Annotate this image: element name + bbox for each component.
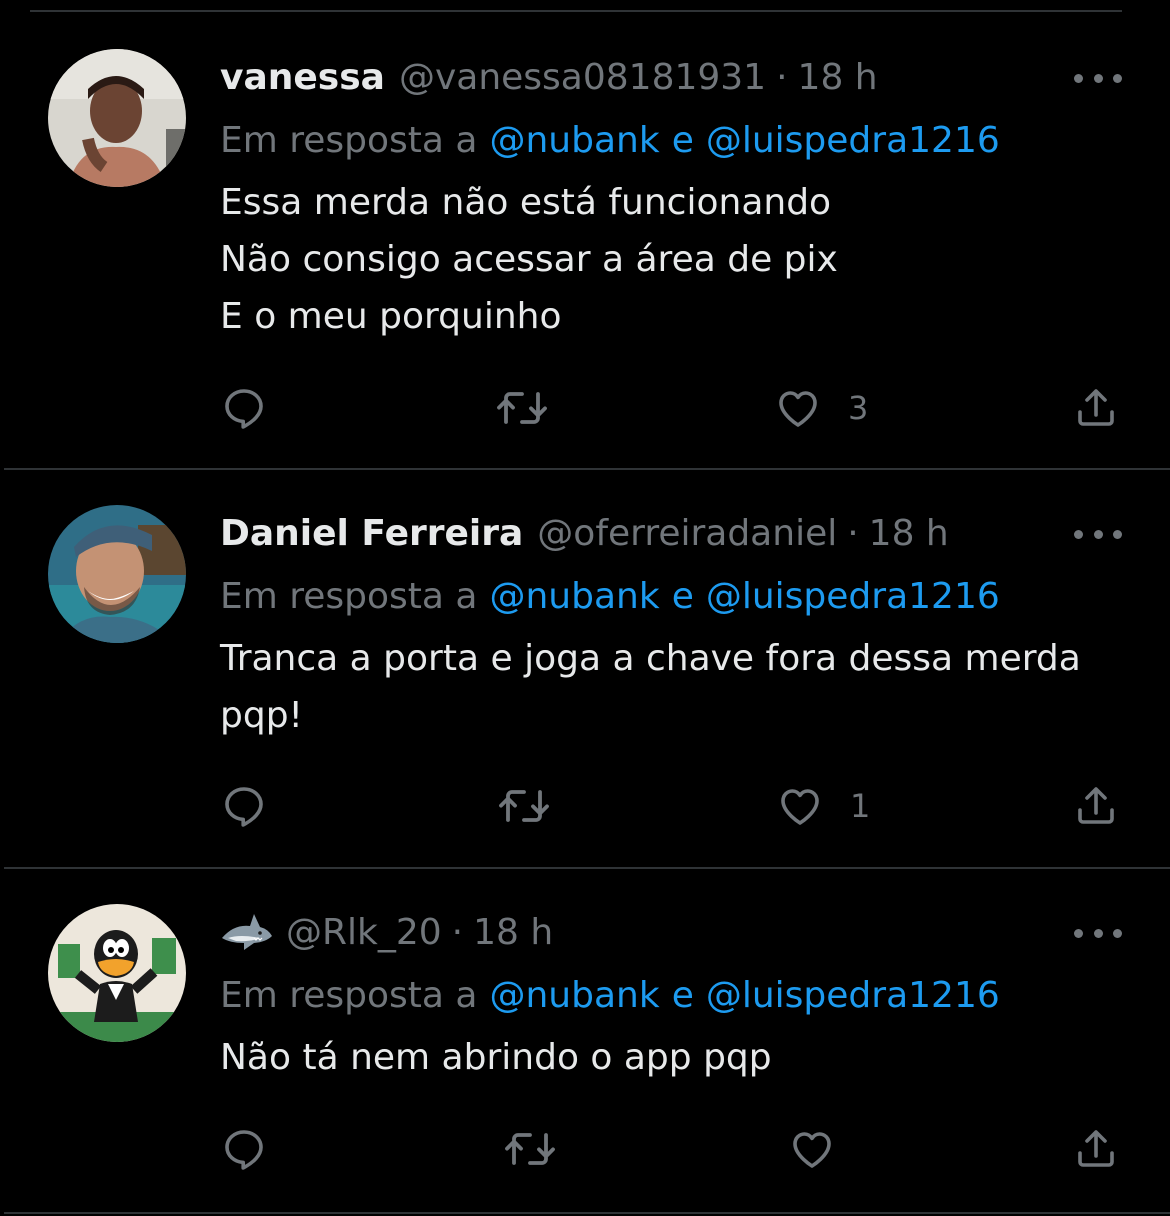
reply-context: Em resposta a @nubank e @luispedra1216 [220,970,1000,1020]
reply-icon [225,1130,263,1170]
tweet-text-line: Não tá nem abrindo o app pqp [220,1037,772,1078]
heart-icon [793,1132,831,1168]
tweet-text-line: pqp! [220,695,303,736]
avatar-daffy-duck-icon [48,904,186,1042]
heart-icon [779,391,817,427]
share-icon [1078,389,1114,426]
separator-dot: · [776,56,788,98]
avatar[interactable] [48,904,186,1042]
tweet-text: Essa merda não está funcionando Não cons… [220,174,1140,345]
more-icon[interactable] [1074,923,1122,943]
user-handle[interactable]: @vanessa08181931 [399,57,766,98]
tweet-text-line: Não consigo acessar a área de pix [220,239,838,280]
heart-icon [781,789,819,825]
mention-nubank[interactable]: @nubank [489,975,659,1016]
tweet-text: Tranca a porta e joga a chave fora dessa… [220,630,1140,744]
mention-luispedra1216[interactable]: @luispedra1216 [706,120,1000,161]
share-icon [1078,787,1114,824]
reply-icon [225,389,263,429]
tweet-rlk-20[interactable]: @Rlk_20 · 18 h Em resposta a @nubank e @… [0,869,1170,1216]
mention-conjunction: e [671,575,694,617]
tweet-divider [4,1212,1170,1214]
share-button[interactable] [1072,1125,1120,1173]
reply-button[interactable] [220,384,268,432]
share-icon [1078,1130,1114,1167]
user-handle[interactable]: @Rlk_20 [286,912,442,953]
retweet-button[interactable] [498,782,550,830]
reply-button[interactable] [220,1125,268,1173]
reply-context: Em resposta a @nubank e @luispedra1216 [220,571,1000,621]
separator-dot: · [847,512,859,554]
tweet-vanessa[interactable]: vanessa @vanessa08181931 · 18 h Em respo… [0,0,1170,470]
avatar[interactable] [48,49,186,187]
like-count: 1 [850,787,871,825]
mention-nubank[interactable]: @nubank [489,576,659,617]
avatar-photo-icon [48,49,186,187]
retweet-button[interactable] [496,384,548,432]
share-button[interactable] [1072,384,1120,432]
display-name[interactable]: Daniel Ferreira [220,513,523,554]
like-button[interactable]: 3 [774,384,868,432]
reply-prefix: Em resposta a [220,575,478,617]
retweet-icon [505,1133,555,1165]
user-handle[interactable]: @oferreiradaniel [537,513,837,554]
more-icon[interactable] [1074,68,1122,88]
tweet-text-line: Essa merda não está funcionando [220,182,832,223]
tweet-text-line: E o meu porquinho [220,296,562,337]
more-icon[interactable] [1074,524,1122,544]
tweet-daniel-ferreira[interactable]: Daniel Ferreira @oferreiradaniel · 18 h … [0,470,1170,868]
avatar[interactable] [48,505,186,643]
like-count: 3 [848,389,869,427]
mention-luispedra1216[interactable]: @luispedra1216 [706,576,1000,617]
retweet-button[interactable] [504,1125,556,1173]
tweet-header: @Rlk_20 · 18 h [220,907,553,957]
share-button[interactable] [1072,782,1120,830]
reply-icon [225,787,263,827]
timestamp[interactable]: 18 h [798,57,878,98]
mention-nubank[interactable]: @nubank [489,120,659,161]
display-name[interactable]: vanessa [220,57,385,98]
mention-conjunction: e [671,119,694,161]
tweet-text-line: Tranca a porta e joga a chave fora dessa… [220,638,1081,679]
like-button[interactable]: 1 [776,782,870,830]
shark-emoji-icon [220,912,274,952]
separator-dot: · [451,911,464,953]
tweet-header: vanessa @vanessa08181931 · 18 h [220,52,878,102]
timestamp[interactable]: 18 h [473,912,553,953]
tweet-header: Daniel Ferreira @oferreiradaniel · 18 h [220,508,949,558]
reply-button[interactable] [220,782,268,830]
retweet-icon [499,790,549,822]
reply-context: Em resposta a @nubank e @luispedra1216 [220,115,1000,165]
retweet-icon [497,392,547,424]
reply-prefix: Em resposta a [220,119,478,161]
reply-prefix: Em resposta a [220,974,478,1016]
like-button[interactable] [788,1125,862,1173]
avatar-photo-icon [48,505,186,643]
mention-conjunction: e [671,974,694,1016]
tweet-text: Não tá nem abrindo o app pqp [220,1029,1140,1086]
timestamp[interactable]: 18 h [869,513,949,554]
mention-luispedra1216[interactable]: @luispedra1216 [706,975,1000,1016]
